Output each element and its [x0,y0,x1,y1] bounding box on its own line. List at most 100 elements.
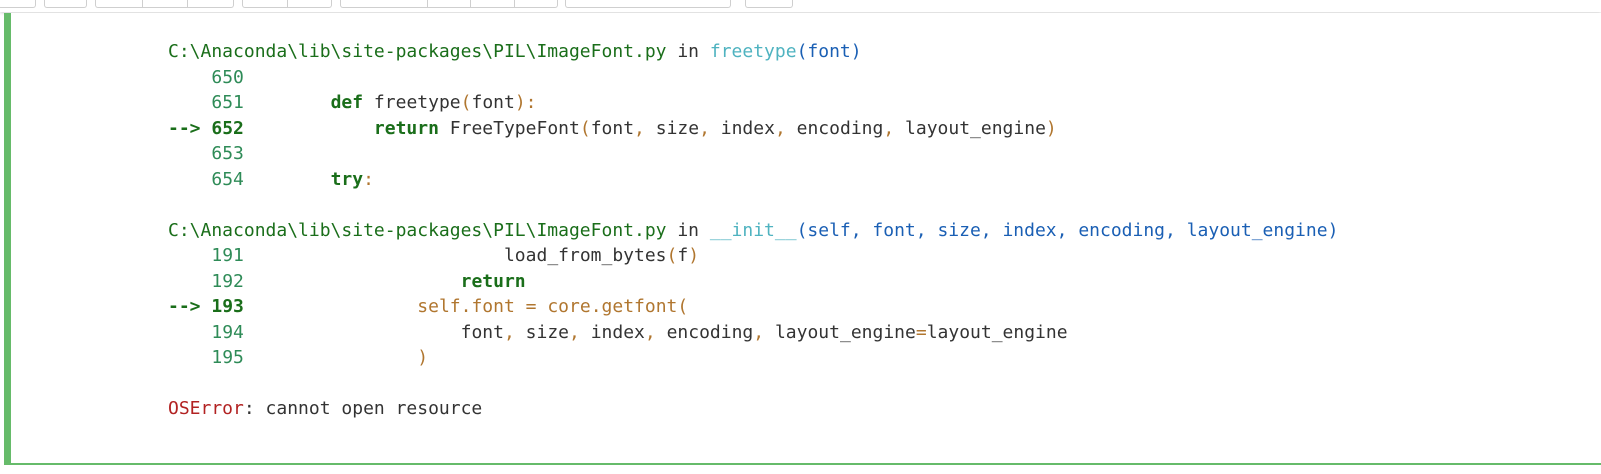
line-marker [168,143,211,164]
line-marker [168,347,211,368]
line-marker [168,92,211,113]
code-token: : [363,168,374,190]
traceback-frame-header: C:\Anaconda\lib\site-packages\PIL\ImageF… [168,218,1601,244]
line-number: 195 [211,347,244,368]
line-number: 191 [211,245,244,266]
line-number: 652 [211,117,244,139]
code-token: load_from_bytes [503,245,667,266]
code-token: ): [514,92,537,113]
toolbar-separator [514,0,515,7]
code-token: , [503,321,515,343]
code-token: FreeTypeFont [438,117,580,139]
cell-type-select[interactable] [565,0,731,8]
code-token: font [471,92,515,113]
code-token: ( [677,296,689,317]
traceback-code-line: 653 [168,141,1601,167]
code-token: , [634,117,645,139]
code-token: ) [417,347,429,368]
frame-function-args: (font) [796,41,862,62]
code-token: return [460,270,526,292]
line-marker [168,169,211,190]
line-number: 651 [211,92,244,113]
cell-selection-bar [4,13,11,465]
code-token: encoding [785,117,884,139]
code-token: ) [688,245,700,266]
toolbar-button-group-edit[interactable] [95,0,234,8]
traceback-code-line: 192 return [168,269,1601,295]
code-token: . [460,296,472,317]
line-marker [168,245,211,266]
code-token: ( [579,117,591,139]
code-token: freetype [363,92,461,113]
code-token: index [709,117,775,139]
code-token: encoding [655,321,754,343]
code-token: getfont [601,296,678,317]
notebook-toolbar [0,0,1601,12]
code-token: try [330,168,364,190]
traceback-frame-header: C:\Anaconda\lib\site-packages\PIL\ImageF… [168,39,1601,65]
toolbar-separator [142,0,143,7]
frame-file-path: C:\Anaconda\lib\site-packages\PIL\ImageF… [168,219,667,241]
traceback-code-line: 191 load_from_bytes(f) [168,243,1601,269]
code-token: ) [1045,117,1057,139]
traceback-code-line: 195 ) [168,345,1601,371]
code-token: def [330,92,364,113]
code-token: ( [460,92,472,113]
toolbar-separator [427,0,428,7]
line-marker [168,271,211,292]
toolbar-separator [187,0,188,7]
error-message: : cannot open resource [243,398,483,419]
code-token: f [677,245,689,266]
line-number: 194 [211,321,244,343]
line-number: 654 [211,168,244,190]
toolbar-button-save[interactable] [0,0,36,8]
traceback-output: C:\Anaconda\lib\site-packages\PIL\ImageF… [168,39,1601,422]
error-line: OSError: cannot open resource [168,396,1601,422]
toolbar-button-group-run[interactable] [340,0,558,8]
output-cell[interactable]: C:\Anaconda\lib\site-packages\PIL\ImageF… [4,13,1601,465]
line-number: 653 [211,143,244,164]
cell-bottom-border [4,463,1601,465]
code-token: , [753,321,765,343]
code-token: layout_engine [926,321,1068,343]
code-token: font [471,296,526,317]
code-token: , [644,321,656,343]
frame-function-args: (self, font, size, index, encoding, layo… [796,219,1339,241]
line-marker [168,67,211,88]
line-number: 192 [211,270,244,292]
code-token: = [915,321,927,343]
frame-in-keyword: in [666,219,710,241]
code-token: , [883,117,895,139]
code-token: return [373,117,439,139]
line-marker: --> [168,117,212,139]
line-marker [168,322,211,343]
code-token: font [460,321,504,343]
line-number: 193 [211,296,244,317]
code-token: layout_engine [894,117,1046,139]
traceback-current-line: --> 193 self.font = core.getfont( [168,294,1601,320]
toolbar-button-insert[interactable] [44,0,87,8]
code-token: self [417,296,461,317]
frame-file-path: C:\Anaconda\lib\site-packages\PIL\ImageF… [168,41,667,62]
traceback-code-line: 654 try: [168,167,1601,193]
toolbar-separator [470,0,471,7]
code-token: = [525,296,537,317]
code-token: size [514,321,570,343]
toolbar-button-command-palette[interactable] [745,0,793,8]
code-token: , [699,117,710,139]
frame-function-name: freetype [709,41,797,62]
code-token: , [774,117,786,139]
frame-in-keyword: in [666,41,710,62]
traceback-code-line: 194 font, size, index, encoding, layout_… [168,320,1601,346]
